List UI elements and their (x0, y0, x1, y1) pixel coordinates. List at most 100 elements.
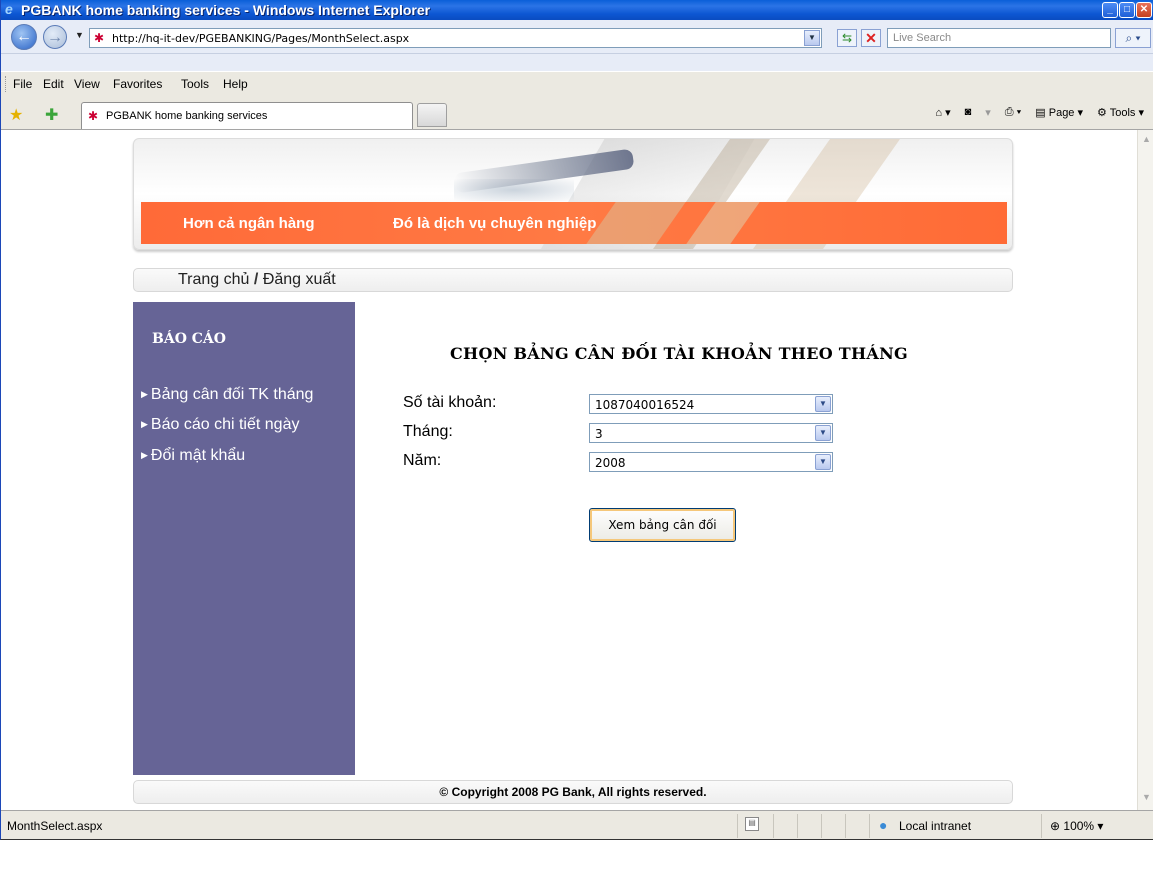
close-icon[interactable]: ✕ (1136, 2, 1152, 18)
chevron-down-icon[interactable]: ▼ (815, 425, 831, 441)
favorites-star-icon[interactable]: ★ (9, 105, 23, 125)
chevron-down-icon[interactable]: ▼ (815, 396, 831, 412)
account-value: 1087040016524 (595, 398, 695, 412)
site-favicon-icon: ✱ (94, 31, 105, 45)
banner-graphic (586, 202, 686, 244)
year-value: 2008 (595, 456, 626, 470)
search-icon[interactable]: ⌕ ▾ (1115, 28, 1151, 48)
sidebar-item-label: Bảng cân đối TK tháng (150, 386, 314, 403)
bullet-arrow-icon: ▶ (141, 389, 148, 399)
bank-banner: Hơn cả ngân hàng Đó là dịch vụ chuyên ng… (133, 138, 1013, 250)
window-controls: _ □ ✕ (1102, 2, 1152, 18)
tab-favicon-icon: ✱ (88, 109, 99, 123)
status-pane-divider (797, 814, 798, 838)
maximize-icon[interactable]: □ (1119, 2, 1135, 18)
page-menu-label: Page (1048, 107, 1075, 119)
address-toolbar: ← → ▼ ✱ http://hq-it-dev/PGEBANKING/Page… (1, 20, 1153, 54)
page-menu[interactable]: ▤ Page ▾ (1035, 106, 1083, 119)
add-favorite-icon[interactable]: ✚ (45, 105, 58, 125)
sidebar: BÁO CÁO ▶ Bảng cân đối TK tháng ▶ Báo cáo … (133, 302, 355, 775)
breadcrumb: Trang chủ / Đăng xuất (133, 268, 1013, 292)
view-balance-button[interactable]: Xem bảng cân đối (589, 508, 736, 542)
account-label: Số tài khoản: (403, 394, 497, 411)
new-tab-button[interactable] (417, 103, 447, 127)
scroll-down-icon[interactable]: ▼ (1140, 792, 1153, 805)
status-pane-divider (821, 814, 822, 838)
refresh-icon[interactable]: ⇆ (837, 29, 857, 47)
status-pane-divider (1041, 814, 1042, 838)
sidebar-heading: BÁO CÁO (152, 331, 226, 347)
scroll-up-icon[interactable]: ▲ (1140, 134, 1153, 147)
status-bar: MonthSelect.aspx ▤ ● Local intranet ⊕ 10… (1, 810, 1153, 839)
ie-logo-icon: e (5, 1, 13, 17)
minimize-icon[interactable]: _ (1102, 2, 1118, 18)
zoom-level[interactable]: ⊕ 100% ▾ (1050, 819, 1103, 833)
tab-bar: ★ ✚ ✱ PGBANK home banking services ⌂ ▾ ◙… (1, 97, 1153, 130)
page-title: CHỌN BẢNG CÂN ĐỐI TÀI KHOẢN THEO THÁNG (450, 344, 909, 363)
back-button[interactable]: ← (11, 24, 37, 50)
status-text: MonthSelect.aspx (7, 819, 103, 833)
history-dropdown-icon[interactable]: ▼ (75, 30, 84, 40)
bullet-arrow-icon: ▶ (141, 450, 148, 460)
tools-menu[interactable]: ⚙ Tools ▾ (1097, 106, 1144, 119)
year-select[interactable]: 2008 ▼ (589, 452, 833, 472)
sidebar-item-change-password[interactable]: ▶ Đổi mật khẩu (141, 447, 245, 465)
breadcrumb-separator: / (253, 271, 259, 288)
browser-window: e PGBANK home banking services - Windows… (0, 0, 1153, 840)
banner-stripe: Hơn cả ngân hàng Đó là dịch vụ chuyên ng… (141, 202, 1007, 244)
banner-graphic (686, 202, 760, 244)
home-icon[interactable]: ⌂ ▾ (935, 106, 950, 119)
screenshot-frame: e PGBANK home banking services - Windows… (0, 0, 1153, 871)
address-bar[interactable]: ✱ http://hq-it-dev/PGEBANKING/Pages/Mont… (89, 28, 822, 48)
sidebar-item-daily-report[interactable]: ▶ Báo cáo chi tiết ngày (141, 416, 299, 434)
month-select[interactable]: 3 ▼ (589, 423, 833, 443)
tab-label: PGBANK home banking services (106, 110, 268, 122)
window-title: PGBANK home banking services - Windows I… (21, 2, 431, 18)
tab-pgbank[interactable]: ✱ PGBANK home banking services (81, 102, 413, 129)
menu-view[interactable]: View (74, 77, 100, 91)
stop-icon[interactable]: ✕ (861, 29, 881, 47)
logout-link[interactable]: Đăng xuất (263, 271, 336, 288)
feeds-icon[interactable]: ◙ (965, 106, 972, 119)
page-status-icon: ▤ (745, 817, 759, 831)
print-icon[interactable]: ⎙ ▾ (1005, 106, 1021, 119)
address-dropdown-icon[interactable]: ▼ (804, 30, 820, 46)
vertical-scrollbar[interactable]: ▲ ▼ (1137, 130, 1153, 810)
menu-tools[interactable]: Tools (181, 77, 209, 91)
address-url[interactable]: http://hq-it-dev/PGEBANKING/Pages/MonthS… (112, 32, 409, 45)
month-label: Tháng: (403, 423, 453, 440)
breadcrumb-text: Trang chủ / Đăng xuất (178, 271, 336, 289)
toolbar-separator: ▾ (985, 107, 991, 119)
zoom-value: 100% (1063, 819, 1095, 833)
menu-edit[interactable]: Edit (43, 77, 64, 91)
status-pane-divider (845, 814, 846, 838)
forward-button[interactable]: → (43, 25, 67, 49)
intranet-globe-icon: ● (879, 817, 888, 833)
bullet-arrow-icon: ▶ (141, 419, 148, 429)
menu-help[interactable]: Help (223, 77, 248, 91)
status-pane-divider (773, 814, 774, 838)
footer: © Copyright 2008 PG Bank, All rights res… (133, 780, 1013, 804)
command-bar: ⌂ ▾ ◙ ▾ ⎙ ▾ ▤ Page ▾ ⚙ Tools ▾ (935, 106, 1144, 119)
search-placeholder: Live Search (893, 32, 952, 44)
search-input[interactable]: Live Search (887, 28, 1111, 48)
account-select[interactable]: 1087040016524 ▼ (589, 394, 833, 414)
menu-favorites[interactable]: Favorites (113, 77, 162, 91)
toolbar-grip (5, 76, 7, 92)
title-bar: e PGBANK home banking services - Windows… (1, 0, 1153, 20)
tools-menu-label: Tools (1109, 107, 1136, 119)
year-label: Năm: (403, 452, 442, 469)
copyright-text: © Copyright 2008 PG Bank, All rights res… (439, 785, 707, 799)
toolbar-spacer (1, 54, 1153, 71)
sidebar-item-label: Báo cáo chi tiết ngày (150, 416, 300, 433)
menu-file[interactable]: File (13, 77, 32, 91)
menu-bar: File Edit View Favorites Tools Help (1, 71, 1153, 97)
banner-tagline-2: Đó là dịch vụ chuyên nghiệp (393, 215, 597, 232)
sidebar-item-monthly-balance[interactable]: ▶ Bảng cân đối TK tháng (141, 386, 313, 404)
home-link[interactable]: Trang chủ (178, 271, 249, 288)
page-viewport: Hơn cả ngân hàng Đó là dịch vụ chuyên ng… (1, 130, 1137, 810)
chevron-down-icon[interactable]: ▼ (815, 454, 831, 470)
month-value: 3 (595, 427, 603, 441)
sidebar-item-label: Đổi mật khẩu (150, 447, 246, 464)
security-zone: Local intranet (899, 819, 972, 833)
